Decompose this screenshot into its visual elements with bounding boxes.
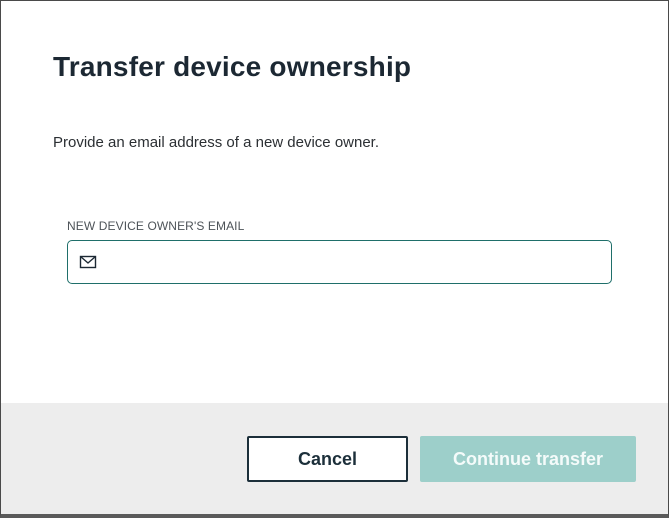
email-input[interactable] bbox=[106, 247, 601, 277]
cancel-button[interactable]: Cancel bbox=[247, 436, 408, 482]
dialog-footer: Cancel Continue transfer bbox=[1, 403, 668, 514]
continue-transfer-button[interactable]: Continue transfer bbox=[420, 436, 636, 482]
mail-icon bbox=[79, 255, 97, 269]
email-field[interactable] bbox=[67, 240, 612, 284]
dialog-title: Transfer device ownership bbox=[53, 51, 412, 82]
transfer-ownership-dialog: Transfer device ownership Provide an ema… bbox=[0, 0, 669, 518]
dialog-body: Transfer device ownership Provide an ema… bbox=[1, 1, 668, 403]
dialog-description: Provide an email address of a new device… bbox=[53, 134, 380, 151]
email-field-label: NEW DEVICE OWNER'S EMAIL bbox=[67, 219, 245, 233]
